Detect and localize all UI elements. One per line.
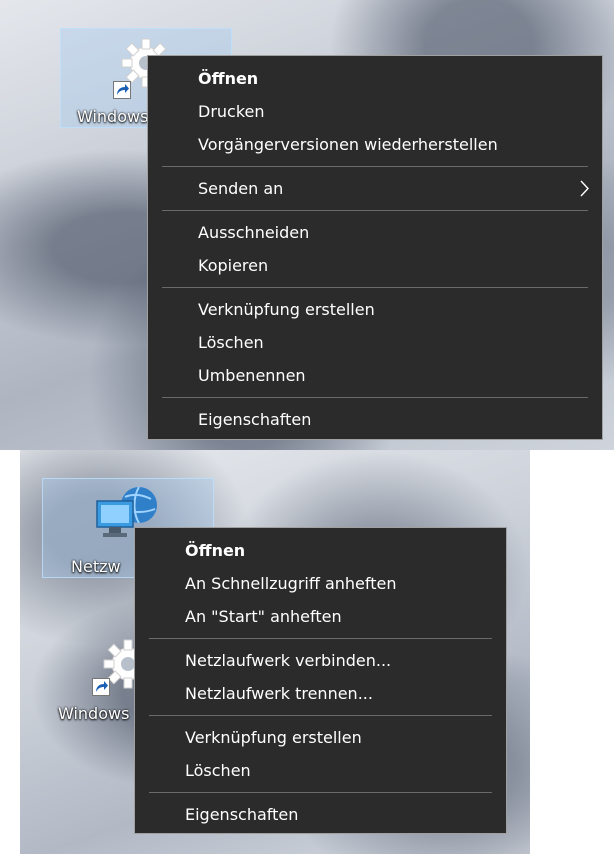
menu-item-label: Verknüpfung erstellen bbox=[198, 300, 375, 319]
menu-item-netzlaufwerk-verbinden[interactable]: Netzlaufwerk verbinden... bbox=[135, 644, 506, 677]
menu-separator bbox=[162, 397, 588, 398]
menu-item-label: Löschen bbox=[198, 333, 264, 352]
menu-item-label: Vorgängerversionen wiederherstellen bbox=[198, 135, 498, 154]
menu-separator bbox=[149, 715, 492, 716]
menu-item-label: Netzlaufwerk verbinden... bbox=[185, 651, 392, 670]
menu-item-oeffnen[interactable]: Öffnen bbox=[148, 62, 602, 95]
menu-item-eigenschaften[interactable]: Eigenschaften bbox=[135, 798, 506, 831]
menu-item-label: Umbenennen bbox=[198, 366, 306, 385]
desktop-icon-label: Windows bbox=[77, 107, 149, 126]
menu-item-verknuepfung-erstellen[interactable]: Verknüpfung erstellen bbox=[148, 293, 602, 326]
menu-item-label: Kopieren bbox=[198, 256, 269, 275]
menu-item-label: Ausschneiden bbox=[198, 223, 310, 242]
desktop-background-2: Netzw Windows Öffnen An Schnellzugriff an… bbox=[20, 450, 530, 854]
context-menu-2: Öffnen An Schnellzugriff anheften An "Star… bbox=[134, 527, 507, 834]
menu-item-label: Eigenschaften bbox=[198, 410, 312, 429]
desktop-icon-label: Netzw bbox=[71, 557, 121, 576]
menu-item-label: Netzlaufwerk trennen... bbox=[185, 684, 373, 703]
menu-item-netzlaufwerk-trennen[interactable]: Netzlaufwerk trennen... bbox=[135, 677, 506, 710]
menu-item-label: Drucken bbox=[198, 102, 265, 121]
menu-item-label: Löschen bbox=[185, 761, 251, 780]
menu-separator bbox=[149, 638, 492, 639]
desktop-background-1: Windows Öffnen Drucken Vorgängerversionen … bbox=[0, 0, 614, 450]
menu-item-label: Öffnen bbox=[185, 541, 246, 560]
menu-separator bbox=[162, 166, 588, 167]
menu-item-drucken[interactable]: Drucken bbox=[148, 95, 602, 128]
menu-item-kopieren[interactable]: Kopieren bbox=[148, 249, 602, 282]
chevron-right-icon bbox=[580, 180, 589, 197]
menu-item-label: Senden an bbox=[198, 179, 284, 198]
menu-item-label: An "Start" anheften bbox=[185, 607, 342, 626]
menu-item-vorgaengerversionen-wiederherstellen[interactable]: Vorgängerversionen wiederherstellen bbox=[148, 128, 602, 161]
menu-item-label: Verknüpfung erstellen bbox=[185, 728, 362, 747]
menu-item-label: An Schnellzugriff anheften bbox=[185, 574, 397, 593]
menu-item-eigenschaften[interactable]: Eigenschaften bbox=[148, 403, 602, 436]
menu-item-senden-an[interactable]: Senden an bbox=[148, 172, 602, 205]
menu-item-loeschen[interactable]: Löschen bbox=[148, 326, 602, 359]
menu-item-umbenennen[interactable]: Umbenennen bbox=[148, 359, 602, 392]
shortcut-arrow-icon bbox=[92, 678, 110, 696]
menu-separator bbox=[149, 792, 492, 793]
shortcut-arrow-icon bbox=[113, 81, 131, 99]
menu-item-oeffnen[interactable]: Öffnen bbox=[135, 534, 506, 567]
menu-item-an-start-anheften[interactable]: An "Start" anheften bbox=[135, 600, 506, 633]
menu-item-label: Öffnen bbox=[198, 69, 259, 88]
menu-item-loeschen[interactable]: Löschen bbox=[135, 754, 506, 787]
menu-item-ausschneiden[interactable]: Ausschneiden bbox=[148, 216, 602, 249]
menu-separator bbox=[162, 287, 588, 288]
menu-item-an-schnellzugriff-anheften[interactable]: An Schnellzugriff anheften bbox=[135, 567, 506, 600]
desktop-icon-label: Windows bbox=[58, 704, 130, 723]
context-menu-1: Öffnen Drucken Vorgängerversionen wiederhe… bbox=[147, 55, 603, 440]
menu-item-verknuepfung-erstellen[interactable]: Verknüpfung erstellen bbox=[135, 721, 506, 754]
menu-separator bbox=[162, 210, 588, 211]
menu-item-label: Eigenschaften bbox=[185, 805, 299, 824]
